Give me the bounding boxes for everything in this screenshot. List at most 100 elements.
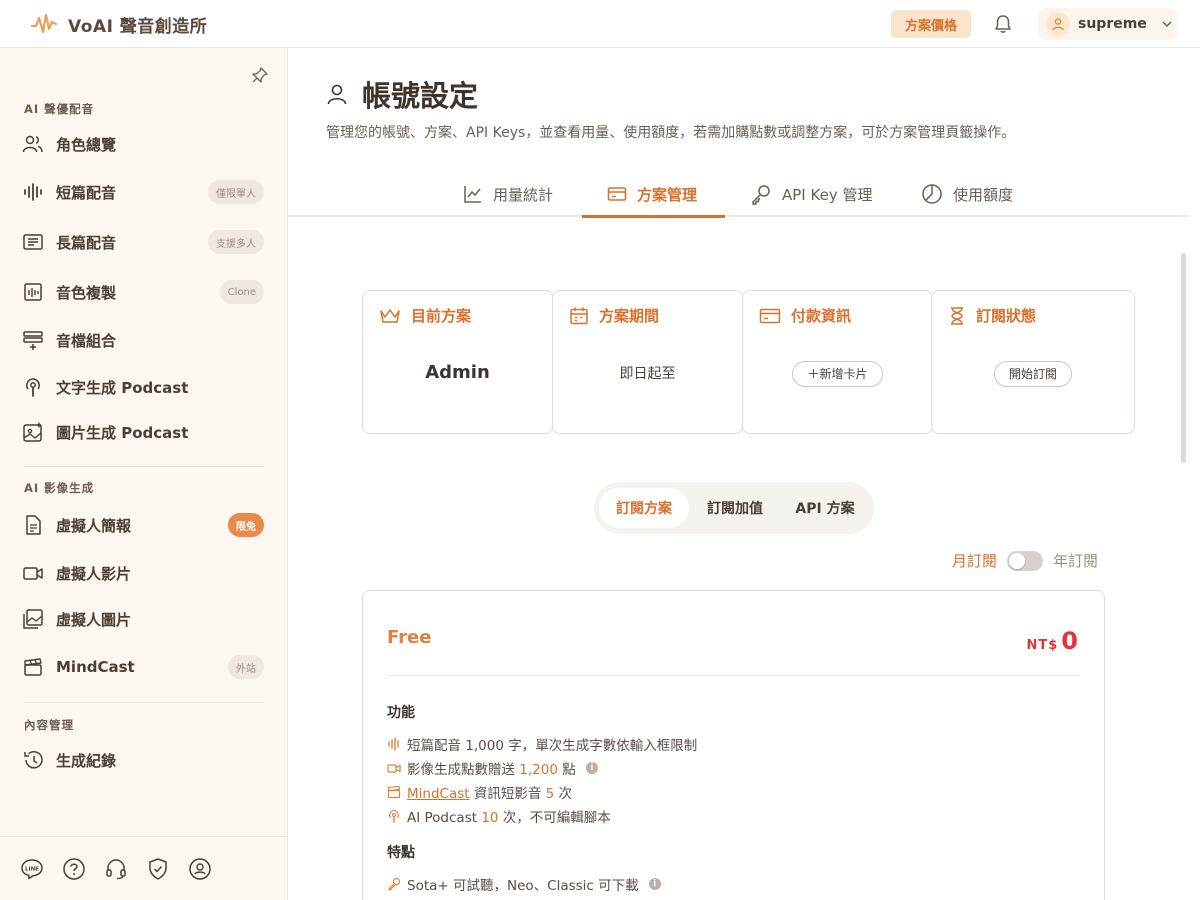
sidebar-item-short-voice[interactable]: 短篇配音 僅限單人 [22, 175, 266, 209]
sidebar-item-label: 音色複製 [56, 283, 117, 302]
coin-icon[interactable] [188, 857, 212, 881]
sidebar-item-label: 生成紀錄 [56, 751, 117, 770]
divider [24, 702, 264, 703]
main-content: 帳號設定 管理您的帳號、方案、API Keys，並查看用量、使用額度，若需加購點… [288, 48, 1200, 900]
seg-api-plan[interactable]: API 方案 [780, 488, 870, 528]
bell-icon[interactable] [992, 13, 1014, 35]
seg-subscription-addon[interactable]: 訂閱加值 [690, 488, 780, 528]
tab-plan-management[interactable]: 方案管理 [582, 173, 725, 218]
feature-item: 影像生成點數贈送 1,200 點 i [387, 758, 598, 778]
sidebar-item-avatar-image[interactable]: 虛擬人圖片 [22, 602, 266, 636]
voice-clone-icon [24, 283, 42, 301]
card-title: 訂閱狀態 [976, 307, 1037, 325]
page-description: 管理您的帳號、方案、API Keys，並查看用量、使用額度，若需加購點數或調整方… [326, 125, 1016, 141]
yearly-label[interactable]: 年訂閱 [1053, 550, 1098, 571]
trait-text: Sota+ 可試聽，Neo、Classic 可下載 [407, 878, 639, 894]
sidebar-item-label: 音檔組合 [56, 331, 117, 350]
feature-text: MindCast 資訊短影音 5 次 [407, 786, 573, 802]
waveform-icon [388, 737, 399, 751]
traits-title: 特點 [387, 845, 415, 861]
badge-free-limited: 限免 [228, 513, 264, 537]
plan-type-switch: 訂閱方案 訂閱加值 API 方案 [594, 482, 874, 534]
sidebar-item-label: 圖片生成 Podcast [56, 423, 189, 442]
plan-period-card: 方案期間 即日起至 [552, 290, 743, 434]
info-icon[interactable]: i [585, 762, 598, 774]
feature-item: MindCast 資訊短影音 5 次 [387, 782, 572, 802]
tab-bar: 用量統計 方案管理 API Key 管理 使用額度 [288, 173, 1190, 218]
pin-icon[interactable] [251, 66, 269, 84]
sidebar-item-label: 長篇配音 [56, 233, 117, 252]
sidebar-item-label: 虛擬人圖片 [56, 610, 132, 629]
monthly-label[interactable]: 月訂閱 [952, 550, 997, 571]
user-menu[interactable]: supreme [1038, 8, 1177, 40]
tab-label: 用量統計 [493, 185, 554, 204]
tab-label: 使用額度 [953, 185, 1014, 204]
sidebar-item-voice-clone[interactable]: 音色複製 Clone [22, 275, 266, 309]
sidebar-item-avatar-video[interactable]: 虛擬人影片 [22, 556, 266, 590]
plan-name: Free [387, 627, 432, 648]
sidebar-item-image-podcast[interactable]: 圖片生成 Podcast [22, 415, 266, 449]
images-icon [23, 609, 43, 629]
payment-action: ＋新增卡片 [743, 361, 932, 387]
sidebar-item-mindcast[interactable]: MindCast 外站 [22, 650, 266, 684]
headset-icon[interactable] [104, 857, 128, 881]
avatar [1046, 12, 1070, 36]
clapperboard-icon [24, 658, 42, 676]
current-plan-card: 目前方案 Admin [362, 290, 553, 434]
top-bar: VoAI 聲音創造所 方案價格 supreme [0, 0, 1200, 48]
sidebar-item-label: 文字生成 Podcast [56, 378, 189, 397]
price-currency: NT$ [1026, 638, 1059, 653]
help-icon[interactable] [62, 857, 86, 881]
tab-quota[interactable]: 使用額度 [921, 173, 1013, 215]
credit-card-icon [759, 308, 781, 323]
card-header: 方案期間 [569, 305, 659, 326]
history-icon [24, 751, 43, 769]
billing-toggle-switch[interactable] [1007, 550, 1044, 571]
seg-subscription-plan[interactable]: 訂閱方案 [599, 488, 689, 528]
pie-chart-icon [922, 184, 942, 204]
shield-icon[interactable] [146, 857, 170, 881]
podcast-icon [389, 809, 399, 823]
start-subscription-button[interactable]: 開始訂閱 [993, 361, 1072, 387]
feature-text: 影像生成點數贈送 1,200 點 [407, 762, 576, 778]
toggle-knob [1009, 552, 1026, 569]
sidebar-item-audio-combine[interactable]: 音檔組合 [22, 323, 266, 357]
sidebar-item-label: 短篇配音 [56, 183, 117, 202]
image-sparkle-icon [23, 422, 42, 442]
card-header: 目前方案 [379, 305, 471, 326]
users-icon [22, 135, 43, 153]
mindcast-link[interactable]: MindCast [407, 786, 470, 802]
pricing-button[interactable]: 方案價格 [891, 10, 971, 38]
add-card-button[interactable]: ＋新增卡片 [792, 361, 883, 387]
page-header: 帳號設定 [326, 73, 478, 115]
info-icon[interactable]: i [648, 878, 661, 890]
sidebar-item-label: 虛擬人簡報 [56, 516, 132, 535]
feature-text: 短篇配音 1,000 字，單次生成字數依輸入框限制 [407, 738, 698, 754]
sidebar-item-avatar-slides[interactable]: 虛擬人簡報 限免 [22, 508, 266, 542]
sidebar-item-label: 虛擬人影片 [56, 564, 132, 583]
calendar-icon [570, 307, 588, 324]
user-icon [327, 84, 347, 105]
video-camera-icon [23, 567, 43, 580]
hourglass-icon [951, 306, 963, 325]
sidebar-item-long-voice[interactable]: 長篇配音 支援多人 [22, 225, 266, 259]
badge-external: 外站 [228, 655, 264, 679]
feature-item: 短篇配音 1,000 字，單次生成字數依輸入框限制 [387, 734, 697, 754]
sidebar-item-characters[interactable]: 角色總覽 [22, 127, 266, 161]
brand-name: VoAI 聲音創造所 [68, 16, 208, 37]
line-icon[interactable]: LINE [20, 857, 44, 881]
svg-text:LINE: LINE [25, 866, 39, 872]
brand[interactable]: VoAI 聲音創造所 [30, 10, 207, 38]
tab-usage-stats[interactable]: 用量統計 [463, 173, 553, 215]
sidebar-item-history[interactable]: 生成紀錄 [22, 743, 266, 777]
section-title-video: AI 影像生成 [24, 481, 95, 495]
tab-api-key[interactable]: API Key 管理 [750, 173, 872, 215]
sidebar-item-text-podcast[interactable]: 文字生成 Podcast [22, 370, 266, 404]
current-plan-value: Admin [425, 362, 490, 383]
badge-multi-support: 支援多人 [208, 230, 264, 254]
scrollbar[interactable] [1181, 253, 1186, 463]
user-icon [1052, 18, 1064, 31]
sidebar: AI 聲優配音 角色總覽 短篇配音 僅限單人 長篇配音 支援多人 音色複製 Cl… [0, 48, 288, 900]
user-name: supreme [1078, 16, 1147, 32]
subscription-card: 訂閱狀態 開始訂閱 [931, 290, 1135, 434]
